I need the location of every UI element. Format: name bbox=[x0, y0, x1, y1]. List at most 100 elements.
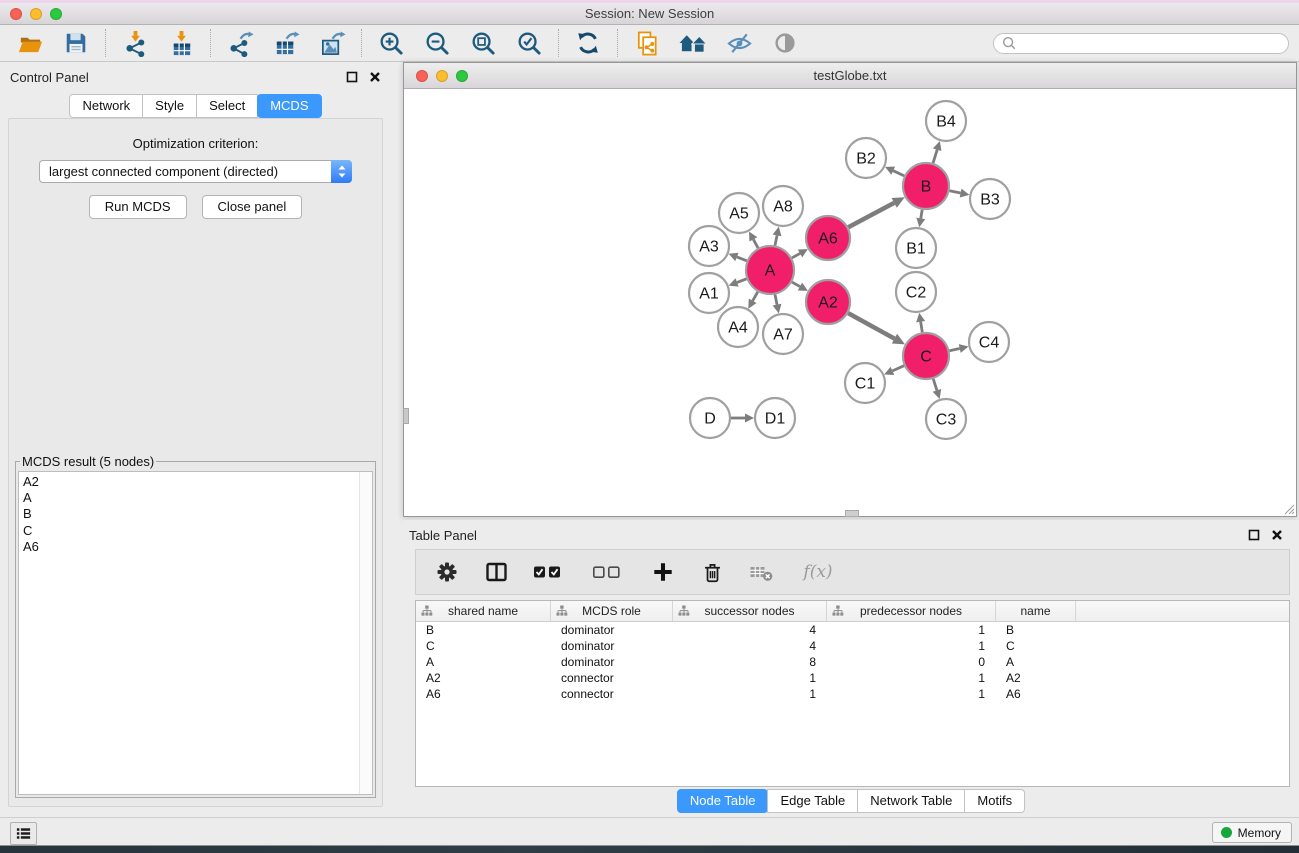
mcds-result-item[interactable]: A2 bbox=[23, 474, 372, 490]
optimization-select[interactable]: largest connected component (directed) bbox=[39, 160, 352, 183]
zoom-selected-icon[interactable] bbox=[513, 28, 545, 58]
graph-node-B2[interactable]: B2 bbox=[846, 138, 886, 178]
search-field[interactable] bbox=[993, 33, 1289, 54]
table-row[interactable]: A6connector11A6 bbox=[416, 686, 1289, 702]
table-cell[interactable]: 0 bbox=[827, 654, 996, 670]
table-cell[interactable]: dominator bbox=[551, 654, 673, 670]
table-cell[interactable]: connector bbox=[551, 686, 673, 702]
column-header-shared-name[interactable]: shared name bbox=[416, 601, 551, 621]
refresh-view-icon[interactable] bbox=[572, 28, 604, 58]
tab-node-table[interactable]: Node Table bbox=[677, 789, 769, 813]
splitter-handle-bottom[interactable] bbox=[845, 510, 859, 517]
table-cell[interactable]: A6 bbox=[416, 686, 551, 702]
table-cell[interactable]: A bbox=[996, 654, 1076, 670]
graph-edge-A6-B[interactable] bbox=[848, 203, 894, 227]
table-cell[interactable]: 4 bbox=[673, 622, 827, 638]
tab-select[interactable]: Select bbox=[196, 94, 258, 118]
table-cell[interactable]: 1 bbox=[827, 670, 996, 686]
table-row[interactable]: Bdominator41B bbox=[416, 622, 1289, 638]
export-table-icon[interactable] bbox=[270, 28, 302, 58]
export-network-icon[interactable] bbox=[224, 28, 256, 58]
deselect-all-icon[interactable] bbox=[590, 558, 628, 586]
graph-edge-B-B2[interactable] bbox=[893, 171, 904, 176]
graph-node-B3[interactable]: B3 bbox=[970, 179, 1010, 219]
mcds-result-item[interactable]: A6 bbox=[23, 539, 372, 555]
graph-edge-A-A4[interactable] bbox=[753, 292, 758, 301]
graph-node-A7[interactable]: A7 bbox=[763, 314, 803, 354]
table-cell[interactable]: connector bbox=[551, 670, 673, 686]
graph-edge-A-A7[interactable] bbox=[775, 294, 777, 304]
table-cell[interactable]: B bbox=[996, 622, 1076, 638]
graph-node-C1[interactable]: C1 bbox=[845, 363, 885, 403]
column-header-mcds-role[interactable]: MCDS role bbox=[551, 601, 673, 621]
tab-mcds[interactable]: MCDS bbox=[257, 94, 321, 118]
graph-edge-C-C4[interactable] bbox=[949, 349, 959, 351]
table-cell[interactable]: 1 bbox=[827, 686, 996, 702]
close-panel-icon[interactable] bbox=[1269, 527, 1285, 543]
graph-edge-C-C1[interactable] bbox=[892, 366, 904, 371]
table-cell[interactable]: C bbox=[416, 638, 551, 654]
graph-node-D[interactable]: D bbox=[690, 398, 730, 438]
graph-node-B4[interactable]: B4 bbox=[926, 101, 966, 141]
table-cell[interactable]: A bbox=[416, 654, 551, 670]
import-table-icon[interactable] bbox=[165, 28, 197, 58]
table-cell[interactable]: A2 bbox=[996, 670, 1076, 686]
graph-edge-B-B4[interactable] bbox=[933, 150, 937, 163]
tab-edge-table[interactable]: Edge Table bbox=[767, 789, 858, 813]
graph-edge-A2-C[interactable] bbox=[848, 313, 894, 339]
float-panel-icon[interactable] bbox=[344, 69, 360, 85]
mcds-result-list[interactable]: A2ABCA6 bbox=[18, 471, 373, 795]
network-window-titlebar[interactable]: testGlobe.txt bbox=[404, 63, 1296, 89]
mcds-result-item[interactable]: C bbox=[23, 523, 372, 539]
table-row[interactable]: A2connector11A2 bbox=[416, 670, 1289, 686]
table-cell[interactable]: dominator bbox=[551, 622, 673, 638]
table-cell[interactable]: A6 bbox=[996, 686, 1076, 702]
graph-edge-A-A3[interactable] bbox=[737, 257, 747, 261]
graph-node-C2[interactable]: C2 bbox=[896, 272, 936, 312]
graph-edge-A-A1[interactable] bbox=[737, 279, 747, 283]
table-cell[interactable]: dominator bbox=[551, 638, 673, 654]
save-session-icon[interactable] bbox=[60, 28, 92, 58]
mcds-result-item[interactable]: A bbox=[23, 490, 372, 506]
hide-selected-eye-icon[interactable] bbox=[723, 28, 755, 58]
table-options-gear-icon[interactable] bbox=[433, 558, 461, 586]
graph-edge-A-A5[interactable] bbox=[753, 239, 758, 248]
tab-style[interactable]: Style bbox=[142, 94, 197, 118]
clone-network-icon[interactable] bbox=[631, 28, 663, 58]
show-graphics-details-eye-icon[interactable] bbox=[769, 28, 801, 58]
graph-node-A6[interactable]: A6 bbox=[806, 216, 850, 260]
graph-edge-B-B1[interactable] bbox=[921, 210, 922, 219]
table-cell[interactable]: 4 bbox=[673, 638, 827, 654]
graph-edge-C-C2[interactable] bbox=[921, 322, 923, 333]
table-cell[interactable]: 1 bbox=[827, 622, 996, 638]
column-header-successor-nodes[interactable]: successor nodes bbox=[673, 601, 827, 621]
function-builder-icon[interactable]: f(x) bbox=[796, 558, 840, 586]
close-panel-icon[interactable] bbox=[367, 69, 383, 85]
search-input[interactable] bbox=[1017, 35, 1288, 52]
graph-node-C4[interactable]: C4 bbox=[969, 322, 1009, 362]
graph-node-A2[interactable]: A2 bbox=[806, 280, 850, 324]
table-row[interactable]: Cdominator41C bbox=[416, 638, 1289, 654]
show-all-houses-icon[interactable] bbox=[677, 28, 709, 58]
column-header-predecessor-nodes[interactable]: predecessor nodes bbox=[827, 601, 996, 621]
graph-node-A1[interactable]: A1 bbox=[689, 273, 729, 313]
import-network-icon[interactable] bbox=[119, 28, 151, 58]
mcds-list-scrollbar[interactable] bbox=[359, 472, 372, 794]
export-image-icon[interactable] bbox=[316, 28, 348, 58]
create-column-plus-icon[interactable] bbox=[649, 558, 677, 586]
table-cell[interactable]: 8 bbox=[673, 654, 827, 670]
graph-edge-A-A8[interactable] bbox=[775, 235, 777, 245]
graph-node-C[interactable]: C bbox=[903, 333, 949, 379]
memory-button[interactable]: Memory bbox=[1212, 822, 1292, 843]
run-mcds-button[interactable]: Run MCDS bbox=[89, 195, 187, 219]
table-cell[interactable]: A2 bbox=[416, 670, 551, 686]
graph-node-A[interactable]: A bbox=[746, 246, 794, 294]
table-cell[interactable]: B bbox=[416, 622, 551, 638]
zoom-out-icon[interactable] bbox=[421, 28, 453, 58]
open-file-icon[interactable] bbox=[14, 28, 46, 58]
graph-node-D1[interactable]: D1 bbox=[755, 398, 795, 438]
column-header-name[interactable]: name bbox=[996, 601, 1076, 621]
tab-motifs[interactable]: Motifs bbox=[964, 789, 1025, 813]
resize-grip-icon[interactable] bbox=[1282, 502, 1295, 515]
graph-edge-C-C3[interactable] bbox=[933, 379, 937, 391]
